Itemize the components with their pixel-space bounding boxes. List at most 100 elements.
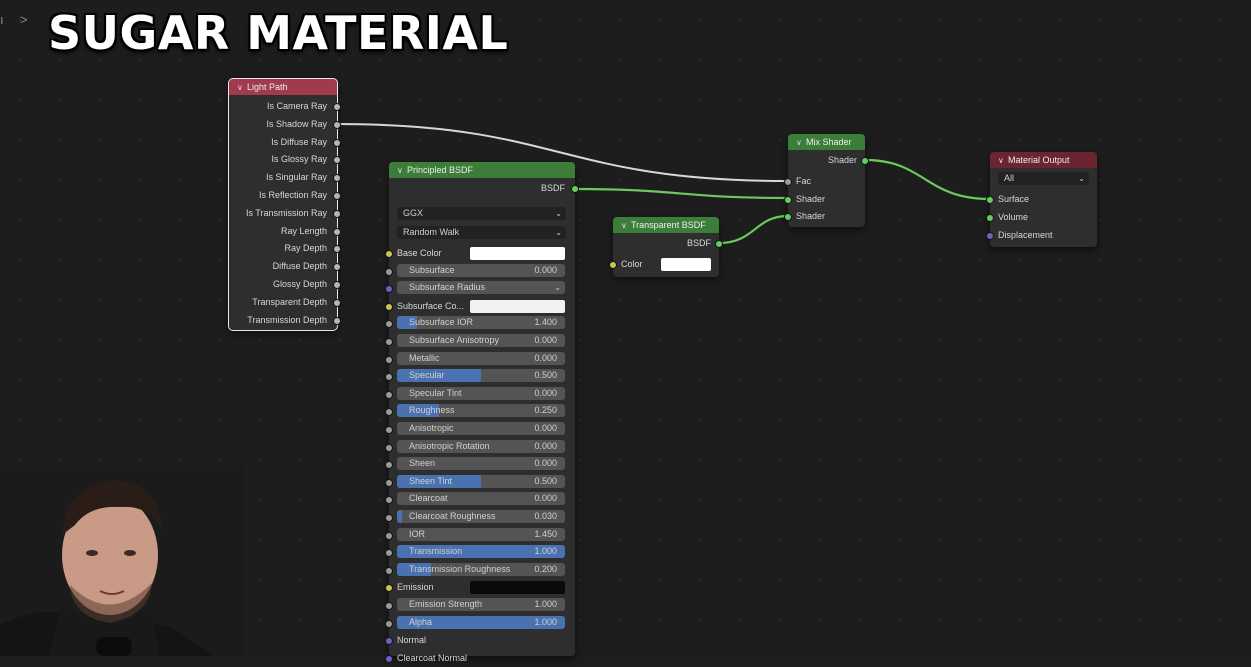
output-socket[interactable] (333, 120, 341, 129)
value-slider[interactable]: Sheen 0.000 (397, 457, 565, 471)
color-swatch[interactable] (470, 581, 565, 595)
value-slider[interactable]: Specular 0.500 (397, 369, 565, 383)
input-socket[interactable] (385, 373, 393, 382)
input-socket[interactable] (385, 549, 393, 558)
collapse-chevron-icon[interactable]: ∨ (998, 153, 1008, 169)
light-path-header[interactable]: ∨ Light Path (229, 79, 337, 95)
input-socket[interactable] (385, 478, 393, 487)
color-swatch[interactable] (661, 258, 711, 271)
input-socket[interactable] (385, 320, 393, 329)
mix-header[interactable]: ∨ Mix Shader (788, 134, 865, 150)
input-socket[interactable] (385, 619, 393, 628)
input-socket[interactable] (385, 390, 393, 399)
shader-output-socket[interactable] (861, 157, 869, 165)
input-socket[interactable] (385, 338, 393, 346)
volume-input-socket[interactable] (986, 214, 994, 222)
surface-input-socket[interactable] (986, 196, 994, 204)
bsdf-output-socket[interactable] (571, 185, 579, 193)
displacement-input-socket[interactable] (986, 232, 994, 240)
field-row: Transmission 1.000 (385, 543, 575, 561)
input-socket[interactable] (385, 531, 393, 540)
input-label: Shader (796, 211, 826, 221)
output-socket[interactable] (333, 103, 341, 111)
value-slider[interactable]: Subsurface IOR 1.400 (397, 316, 565, 330)
slider-value: 1.400 (534, 317, 557, 328)
subsurface-method-select[interactable]: Random Walk ⌄ (397, 226, 566, 239)
fac-input: Fac (784, 172, 865, 190)
collapse-chevron-icon[interactable]: ∨ (796, 135, 806, 151)
light-path-output-row: Glossy Depth (229, 275, 341, 293)
output-socket[interactable] (333, 209, 341, 218)
collapse-chevron-icon[interactable]: ∨ (237, 80, 247, 96)
value-slider[interactable]: Subsurface Anisotropy 0.000 (397, 334, 565, 347)
value-slider[interactable]: Clearcoat Roughness 0.030 (397, 510, 565, 523)
output-label: Is Shadow Ray (266, 118, 327, 129)
shader-input-socket[interactable] (784, 213, 792, 221)
render-target-select[interactable]: All ⌄ (998, 172, 1089, 185)
principled-header[interactable]: ∨ Principled BSDF (389, 162, 575, 178)
input-socket[interactable] (385, 566, 393, 575)
input-socket[interactable] (385, 514, 393, 522)
value-slider[interactable]: Alpha 1.000 (397, 615, 565, 629)
input-socket[interactable] (385, 285, 393, 294)
distribution-select[interactable]: GGX ⌄ (397, 207, 566, 220)
output-label: Is Diffuse Ray (271, 136, 327, 147)
color-swatch[interactable] (470, 247, 565, 260)
value-slider[interactable]: Transmission 1.000 (397, 545, 565, 559)
transparent-header[interactable]: ∨ Transparent BSDF (613, 217, 719, 233)
input-socket[interactable] (385, 302, 393, 311)
value-slider[interactable]: Sheen Tint 0.500 (397, 474, 565, 488)
principled-bsdf-node[interactable]: ∨ Principled BSDF BSDF GGX ⌄ Random Walk ⌄ … (385, 162, 579, 663)
input-label: Normal (397, 635, 427, 646)
output-socket[interactable] (333, 227, 341, 236)
input-socket[interactable] (385, 250, 393, 258)
slider-fill (397, 510, 403, 523)
input-socket[interactable] (385, 461, 393, 470)
output-socket[interactable] (333, 281, 341, 289)
output-socket[interactable] (333, 192, 341, 200)
select-value: Subsurface Radius (409, 282, 486, 293)
input-socket[interactable] (385, 496, 393, 505)
input-socket[interactable] (385, 637, 393, 646)
value-slider[interactable]: Roughness 0.250 (397, 404, 565, 418)
output-bsdf: BSDF (389, 179, 579, 197)
value-slider[interactable]: IOR 1.450 (397, 527, 565, 541)
value-slider[interactable]: Specular Tint 0.000 (397, 386, 565, 400)
value-slider[interactable]: Anisotropic 0.000 (397, 422, 565, 435)
input-socket[interactable] (385, 602, 393, 610)
input-socket[interactable] (385, 443, 393, 452)
input-socket[interactable] (385, 426, 393, 434)
input-socket[interactable] (385, 267, 393, 276)
value-slider[interactable]: Clearcoat 0.000 (397, 492, 565, 506)
value-slider[interactable]: Anisotropic Rotation 0.000 (397, 439, 565, 453)
color-input-socket[interactable] (609, 261, 617, 269)
output-label: Is Transmission Ray (245, 207, 327, 218)
mix-shader-node[interactable]: ∨ Mix Shader Shader Fac Shader Shader (784, 134, 869, 227)
value-slider[interactable]: Transmission Roughness 0.200 (397, 562, 565, 576)
bsdf-output-socket[interactable] (715, 240, 723, 248)
input-socket[interactable] (385, 355, 393, 364)
color-swatch[interactable] (470, 299, 565, 313)
transparent-bsdf-node[interactable]: ∨ Transparent BSDF BSDF Color (609, 217, 723, 277)
output-label: Diffuse Depth (272, 261, 327, 272)
output-socket[interactable] (333, 138, 341, 147)
field-row: Clearcoat Roughness 0.030 (385, 508, 575, 526)
input-label: Color (621, 259, 643, 269)
collapse-chevron-icon[interactable]: ∨ (397, 163, 407, 179)
subsurface-radius-select[interactable]: Subsurface Radius ⌄ (397, 281, 565, 295)
value-slider[interactable]: Subsurface 0.000 (397, 263, 565, 277)
input-socket[interactable] (385, 584, 393, 593)
light-path-node[interactable]: ∨ Light Path Is Camera Ray Is Shadow Ray Is… (228, 78, 341, 331)
slider-value: 0.000 (534, 264, 557, 275)
output-socket[interactable] (333, 316, 341, 325)
output-socket[interactable] (333, 298, 341, 307)
input-socket[interactable] (385, 408, 393, 417)
value-slider[interactable]: Metallic 0.000 (397, 351, 565, 365)
material-output-header[interactable]: ∨ Material Output (990, 152, 1097, 168)
collapse-chevron-icon[interactable]: ∨ (621, 218, 631, 234)
shader-input-socket[interactable] (784, 196, 792, 204)
material-output-node[interactable]: ∨ Material Output All ⌄ Surface Volume Dis… (986, 152, 1097, 247)
fac-input-socket[interactable] (784, 178, 792, 186)
value-slider[interactable]: Emission Strength 1.000 (397, 598, 565, 611)
output-bsdf: BSDF (613, 234, 723, 252)
